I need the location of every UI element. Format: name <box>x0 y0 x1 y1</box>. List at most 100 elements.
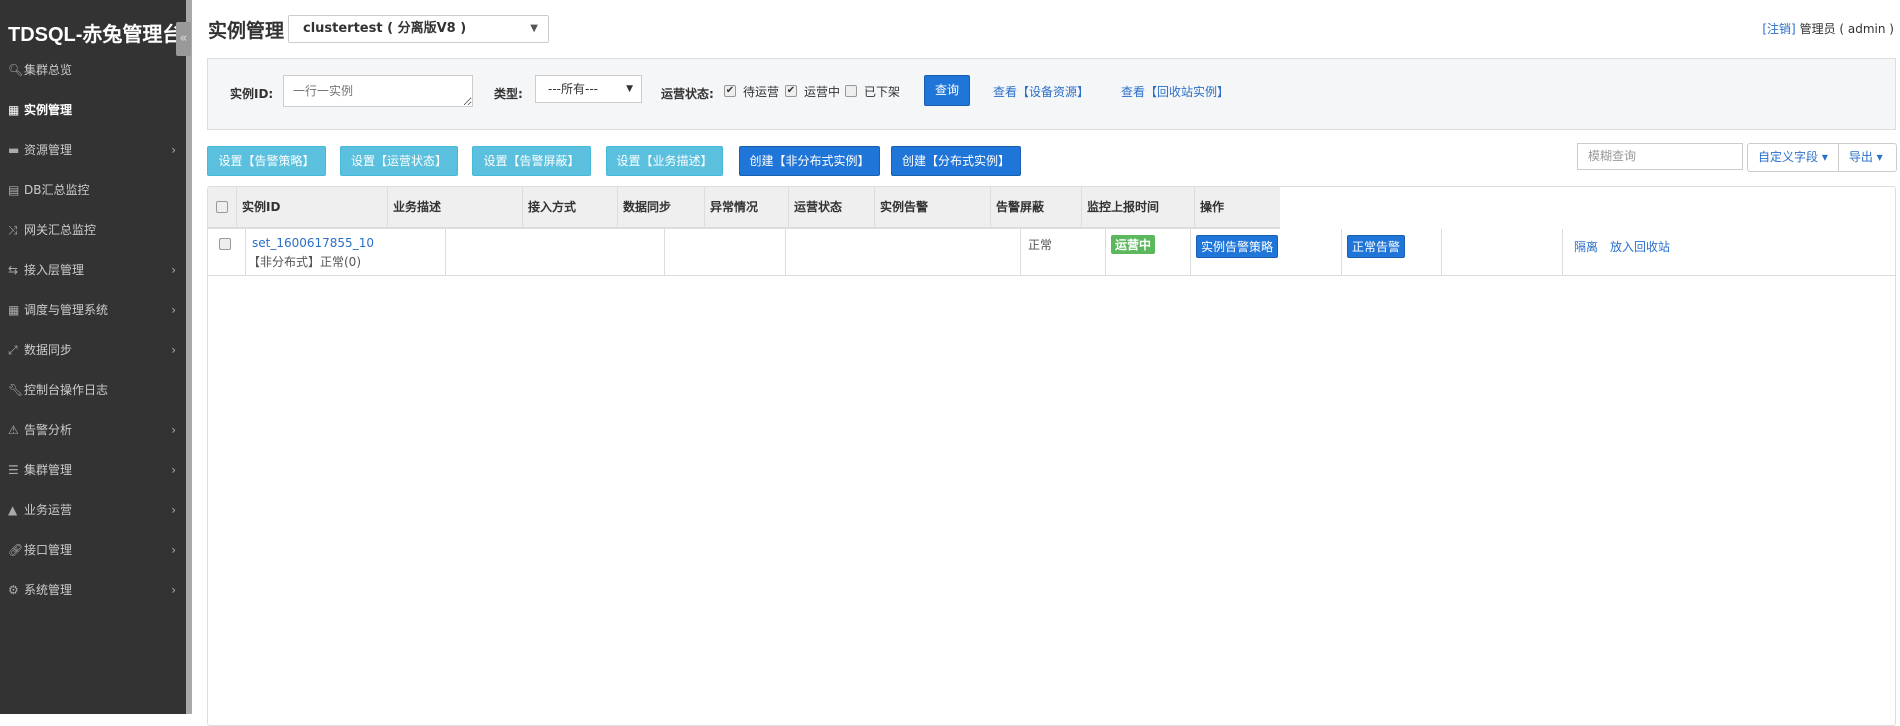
sidebar-icon: ▤ <box>8 183 20 197</box>
fuzzy-search-input[interactable]: 模糊查询 <box>1577 143 1743 170</box>
status-badge: 运营中 <box>1111 235 1156 254</box>
sidebar: TDSQL-赤兔管理台 🔍︎集群总览 ▦ 实例管理 ▬ 资源管理 › ▤ DB汇总监控 ⤨ 网关汇… <box>0 0 188 714</box>
col-status[interactable]: 运营状态 <box>789 187 875 227</box>
collapse-sidebar-icon[interactable]: « <box>176 22 191 56</box>
sidebar-item-label: 资源管理 <box>24 143 73 157</box>
chevron-right-icon: › <box>171 503 176 517</box>
sidebar-icon: ☰ <box>8 463 19 477</box>
dropdown-arrow-icon: ▼ <box>530 23 538 34</box>
sidebar-item-3[interactable]: ▤ DB汇总监控 <box>0 170 186 210</box>
instance-id-link[interactable]: set_1600617855_10 <box>252 236 374 250</box>
sidebar-icon: ▲ <box>8 503 18 517</box>
abnormal-value: 正常 <box>1028 238 1053 252</box>
set-description-button[interactable]: 设置【业务描述】 <box>606 146 723 176</box>
instance-subtitle: 【非分布式】正常(0) <box>248 255 361 269</box>
user-bar: [注销] 管理员 ( admin ) <box>1762 20 1894 37</box>
table-options: 自定义字段 ▾ 导出 ▾ <box>1747 143 1897 172</box>
type-select-value: ---所有--- <box>548 82 598 96</box>
sidebar-item-label: 集群管理 <box>24 463 73 477</box>
type-label: 类型: <box>494 87 523 101</box>
sidebar-icon: ⤢ <box>8 343 18 357</box>
sidebar-item-4[interactable]: ⤨ 网关汇总监控 <box>0 210 186 250</box>
sidebar-item-7[interactable]: ⤢ 数据同步 › <box>0 330 186 370</box>
sidebar-item-10[interactable]: ☰ 集群管理 › <box>0 450 186 490</box>
status-label-running: 运营中 <box>804 85 841 99</box>
chevron-right-icon: › <box>171 303 176 317</box>
col-actions: 操作 <box>1200 200 1225 214</box>
sidebar-item-label: 接入层管理 <box>24 263 85 277</box>
filter-panel: 实例ID: 类型: ---所有--- ▼ 运营状态: ✔ 待运营 ✔ 运营中 已下… <box>207 58 1896 130</box>
table-header: 实例ID 业务描述 接入方式 数据同步 异常情况 运营状态 实例告警 告警屏蔽 … <box>208 187 1280 229</box>
sidebar-item-label: 网关汇总监控 <box>24 223 97 237</box>
export-dropdown[interactable]: 导出 ▾ <box>1837 144 1893 171</box>
chevron-right-icon: › <box>171 423 176 437</box>
sidebar-item-label: 控制台操作日志 <box>24 383 109 397</box>
view-devices-link[interactable]: 查看【设备资源】 <box>993 83 1089 100</box>
status-checkbox-running[interactable]: ✔ <box>785 85 797 97</box>
sidebar-item-label: 调度与管理系统 <box>24 303 109 317</box>
sidebar-item-11[interactable]: ▲ 业务运营 › <box>0 490 186 530</box>
sidebar-icon: ▬ <box>8 143 20 157</box>
sidebar-icon: ⚠ <box>8 423 19 437</box>
set-alarm-policy-button[interactable]: 设置【告警策略】 <box>207 146 326 176</box>
instance-table: 实例ID 业务描述 接入方式 数据同步 异常情况 运营状态 实例告警 告警屏蔽 … <box>207 186 1896 726</box>
create-nondistributed-button[interactable]: 创建【非分布式实例】 <box>739 146 880 176</box>
sidebar-item-2[interactable]: ▬ 资源管理 › <box>0 130 186 170</box>
dropdown-arrow-icon: ▼ <box>626 84 633 94</box>
instance-id-input[interactable] <box>283 75 473 107</box>
col-description[interactable]: 业务描述 <box>388 187 523 227</box>
sidebar-icon: 🔧︎ <box>8 383 24 397</box>
view-recycle-link[interactable]: 查看【回收站实例】 <box>1121 83 1229 100</box>
sidebar-item-6[interactable]: ▦ 调度与管理系统 › <box>0 290 186 330</box>
sidebar-item-label: 接口管理 <box>24 543 73 557</box>
alarm-mask-button[interactable]: 正常告警 <box>1347 235 1406 258</box>
type-select[interactable]: ---所有--- ▼ <box>535 75 642 103</box>
col-sync[interactable]: 数据同步 <box>618 187 705 227</box>
select-all-checkbox[interactable] <box>216 201 228 213</box>
col-report-time[interactable]: 监控上报时间 <box>1082 187 1195 227</box>
logo: TDSQL-赤兔管理台 <box>8 24 183 46</box>
set-status-button[interactable]: 设置【运营状态】 <box>340 146 458 176</box>
sidebar-icon: ▦ <box>8 103 20 117</box>
user-name: 管理员 ( admin ) <box>1799 22 1894 36</box>
sidebar-item-8[interactable]: 🔧︎控制台操作日志 <box>0 370 186 410</box>
sidebar-icon: ⚙ <box>8 583 19 597</box>
cluster-select-value: clustertest ( 分离版V8 ) <box>303 21 467 36</box>
sidebar-item-label: 数据同步 <box>24 343 73 357</box>
chevron-right-icon: › <box>171 143 176 157</box>
row-checkbox[interactable] <box>219 238 231 250</box>
sidebar-item-5[interactable]: ⇆ 接入层管理 › <box>0 250 186 290</box>
status-checkbox-offline[interactable] <box>845 85 857 97</box>
col-alarm[interactable]: 实例告警 <box>875 187 991 227</box>
sidebar-icon: ▦ <box>8 303 20 317</box>
sidebar-item-label: DB汇总监控 <box>24 183 90 197</box>
sidebar-item-1[interactable]: ▦ 实例管理 <box>0 90 186 130</box>
set-alarm-mask-button[interactable]: 设置【告警屏蔽】 <box>472 146 591 176</box>
status-label: 运营状态: <box>661 87 714 101</box>
sidebar-icon: 🔗︎ <box>8 543 24 557</box>
sidebar-item-9[interactable]: ⚠ 告警分析 › <box>0 410 186 450</box>
sidebar-scrollbar[interactable] <box>186 0 192 714</box>
chevron-right-icon: › <box>171 263 176 277</box>
status-checkbox-pending[interactable]: ✔ <box>724 85 736 97</box>
custom-fields-dropdown[interactable]: 自定义字段 ▾ <box>1748 144 1838 171</box>
query-button[interactable]: 查询 <box>924 75 970 106</box>
col-instance-id[interactable]: 实例ID <box>237 187 388 227</box>
chevron-right-icon: › <box>171 343 176 357</box>
logout-link[interactable]: [注销] <box>1762 22 1795 36</box>
alarm-policy-button[interactable]: 实例告警策略 <box>1196 235 1279 258</box>
sidebar-item-13[interactable]: ⚙ 系统管理 › <box>0 570 186 610</box>
isolate-link[interactable]: 隔离 <box>1574 238 1598 255</box>
sidebar-item-0[interactable]: 🔍︎集群总览 <box>0 50 186 90</box>
sidebar-item-label: 系统管理 <box>24 583 73 597</box>
col-alarm-mask[interactable]: 告警屏蔽 <box>991 187 1082 227</box>
cluster-select[interactable]: clustertest ( 分离版V8 ) ▼ <box>288 15 549 43</box>
recycle-link[interactable]: 放入回收站 <box>1610 238 1670 255</box>
status-label-offline: 已下架 <box>864 85 901 99</box>
sidebar-item-12[interactable]: 🔗︎接口管理 › <box>0 530 186 570</box>
col-abnormal[interactable]: 异常情况 <box>705 187 789 227</box>
create-distributed-button[interactable]: 创建【分布式实例】 <box>891 146 1021 176</box>
sidebar-item-label: 业务运营 <box>24 503 73 517</box>
sidebar-icon: ⤨ <box>8 223 18 237</box>
col-access[interactable]: 接入方式 <box>523 187 618 227</box>
